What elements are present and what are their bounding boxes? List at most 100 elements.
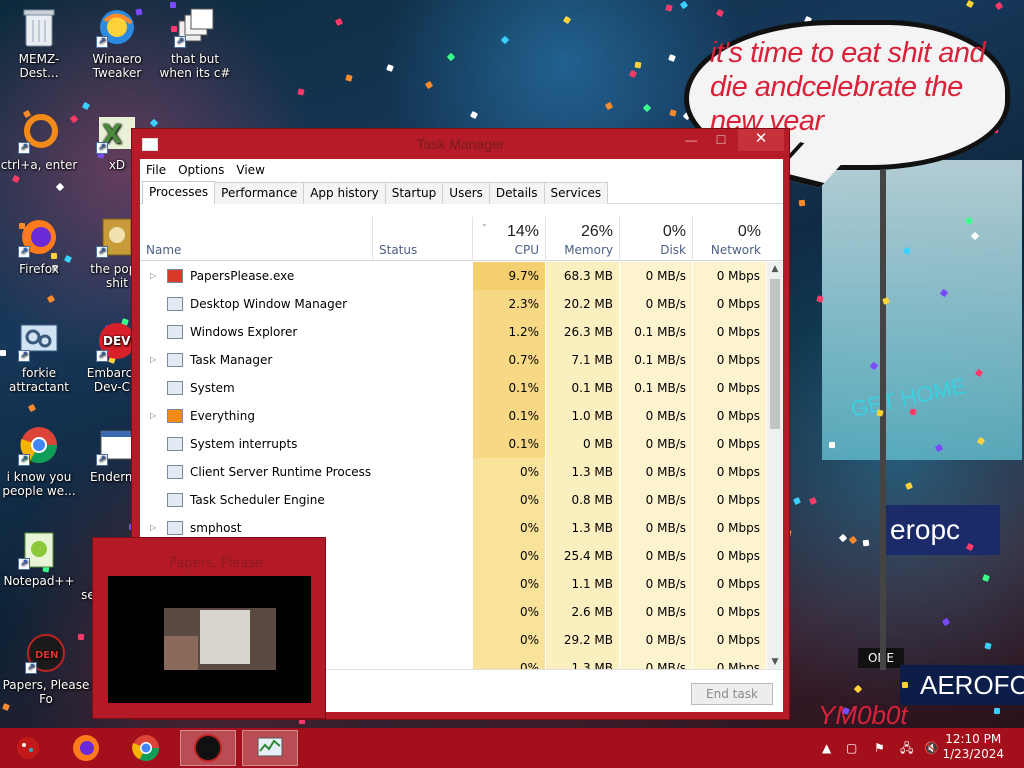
confetti bbox=[901, 681, 909, 689]
maximize-button[interactable]: ☐ bbox=[707, 129, 735, 151]
tab-performance[interactable]: Performance bbox=[214, 182, 305, 204]
vertical-scrollbar[interactable]: ▲ ▼ bbox=[767, 262, 783, 669]
desktop-icon-label: MEMZ-Dest... bbox=[18, 52, 60, 80]
shortcut-arrow-icon: ↗ bbox=[96, 454, 108, 466]
tab-users[interactable]: Users bbox=[442, 182, 490, 204]
column-cpu[interactable]: ⌄ 14% CPU bbox=[473, 217, 546, 261]
table-row[interactable]: ▷ Everything 0.1% 1.0 MB 0 MB/s 0 Mbps bbox=[140, 402, 767, 430]
desktop-icon-thatbut[interactable]: ↗ that but when its c# bbox=[156, 6, 234, 80]
taskbar-chrome[interactable] bbox=[118, 730, 174, 766]
papers-please-icon bbox=[107, 556, 123, 568]
process-cpu: 0% bbox=[473, 570, 546, 598]
scroll-up-icon[interactable]: ▲ bbox=[767, 262, 783, 276]
notepadpp-icon: ↗ bbox=[18, 528, 60, 570]
title-bar[interactable]: Task Manager — ☐ ✕ bbox=[132, 129, 789, 157]
desktop-icon-ctrl-a[interactable]: ↗ ctrl+a, enter bbox=[0, 112, 78, 172]
minimize-button[interactable]: — bbox=[677, 129, 705, 151]
process-memory: 1.3 MB bbox=[546, 654, 620, 669]
expand-chevron-icon[interactable]: ▷ bbox=[150, 346, 158, 374]
taskbar-papers-please[interactable] bbox=[180, 730, 236, 766]
process-network: 0 Mbps bbox=[693, 402, 767, 430]
column-network[interactable]: 0% Network bbox=[693, 217, 767, 261]
process-disk: 0 MB/s bbox=[620, 514, 693, 542]
tab-startup[interactable]: Startup bbox=[384, 182, 444, 204]
desktop-icon-memz[interactable]: MEMZ-Dest... bbox=[0, 6, 78, 80]
process-network: 0 Mbps bbox=[693, 374, 767, 402]
network-icon[interactable]: 🖧 bbox=[900, 728, 913, 768]
desktop-icon-label: that but when its c# bbox=[159, 52, 231, 80]
start-button[interactable] bbox=[0, 730, 56, 766]
process-disk: 0 MB/s bbox=[620, 486, 693, 514]
taskbar-task-manager[interactable] bbox=[242, 730, 298, 766]
column-name[interactable]: Name bbox=[140, 217, 373, 261]
menu-file[interactable]: File bbox=[146, 163, 166, 177]
process-icon bbox=[167, 493, 183, 507]
shortcut-arrow-icon: ↗ bbox=[18, 558, 30, 570]
close-button[interactable]: ✕ bbox=[738, 129, 784, 151]
desktop-icon-papers[interactable]: DEN ↗ Papers, Please Fo bbox=[0, 632, 92, 706]
expand-chevron-icon[interactable]: ▷ bbox=[150, 262, 158, 290]
table-row[interactable]: System 0.1% 0.1 MB 0.1 MB/s 0 Mbps bbox=[140, 374, 767, 402]
confetti bbox=[668, 54, 676, 62]
shortcut-arrow-icon: ↗ bbox=[96, 36, 108, 48]
process-disk: 0 MB/s bbox=[620, 654, 693, 669]
desktop-icon-notepadpp[interactable]: ↗ Notepad++ bbox=[0, 528, 78, 588]
scroll-down-icon[interactable]: ▼ bbox=[767, 655, 783, 669]
table-row[interactable]: Desktop Window Manager 2.3% 20.2 MB 0 MB/s 0… bbox=[140, 290, 767, 318]
tab-services[interactable]: Services bbox=[543, 182, 609, 204]
tab-app-history[interactable]: App history bbox=[303, 182, 386, 204]
expand-chevron-icon[interactable]: ▷ bbox=[150, 402, 158, 430]
table-row[interactable]: Task Scheduler Engine 0% 0.8 MB 0 MB/s 0 Mbp… bbox=[140, 486, 767, 514]
table-row[interactable]: Windows Explorer 1.2% 26.3 MB 0.1 MB/s 0 Mbp… bbox=[140, 318, 767, 346]
table-row[interactable]: System interrupts 0.1% 0 MB 0 MB/s 0 Mbps bbox=[140, 430, 767, 458]
desktop-icon-firefox[interactable]: ↗ Firefox bbox=[0, 216, 78, 276]
process-network: 0 Mbps bbox=[693, 318, 767, 346]
process-memory: 1.1 MB bbox=[546, 570, 620, 598]
network-label: Network bbox=[710, 243, 761, 257]
desktop-icon-chrome[interactable]: ↗ i know you people we... bbox=[0, 424, 78, 498]
process-cpu: 0.7% bbox=[473, 346, 546, 374]
taskbar-thumbnail-preview[interactable]: Papers, Please bbox=[92, 537, 326, 719]
confetti bbox=[386, 64, 394, 72]
table-row[interactable]: ▷ Task Manager 0.7% 7.1 MB 0.1 MB/s 0 Mbps bbox=[140, 346, 767, 374]
settings-monitor-icon: ↗ bbox=[18, 320, 60, 362]
confetti bbox=[335, 18, 343, 26]
table-row[interactable]: Client Server Runtime Process 0% 1.3 MB 0 M… bbox=[140, 458, 767, 486]
process-name: Windows Explorer bbox=[190, 325, 298, 339]
desktop-icon-label: i know you people we... bbox=[2, 470, 76, 498]
process-cpu: 0% bbox=[473, 598, 546, 626]
desktop-icon-label: Notepad++ bbox=[3, 574, 75, 588]
memory-total: 26% bbox=[580, 223, 613, 240]
confetti bbox=[862, 539, 870, 547]
menu-view[interactable]: View bbox=[236, 163, 264, 177]
process-icon bbox=[167, 381, 183, 395]
confetti bbox=[993, 707, 1001, 715]
show-hidden-icons[interactable]: ▲ bbox=[822, 728, 831, 768]
scroll-thumb[interactable] bbox=[770, 279, 780, 429]
menu-options[interactable]: Options bbox=[178, 163, 224, 177]
taskbar-firefox[interactable] bbox=[58, 730, 114, 766]
menu-bar: File Options View bbox=[140, 159, 783, 181]
clock[interactable]: 12:10 PM 1/23/2024 bbox=[942, 732, 1004, 762]
watermark-text: YM0b0t bbox=[818, 700, 908, 728]
tab-details[interactable]: Details bbox=[488, 182, 545, 204]
column-disk[interactable]: 0% Disk bbox=[620, 217, 693, 261]
process-network: 0 Mbps bbox=[693, 458, 767, 486]
column-status[interactable]: Status bbox=[373, 217, 473, 261]
desktop-icon-winaero[interactable]: ↗ Winaero Tweaker bbox=[78, 6, 156, 80]
desktop-icon-forkie[interactable]: ↗ forkie attractant bbox=[0, 320, 78, 394]
column-header: Name Status ⌄ 14% CPU 26% Memory 0% Disk… bbox=[140, 217, 783, 261]
end-task-button[interactable]: End task bbox=[691, 683, 773, 705]
column-memory[interactable]: 26% Memory bbox=[546, 217, 620, 261]
action-center-icon[interactable]: ▢ bbox=[846, 728, 857, 768]
process-memory: 1.3 MB bbox=[546, 458, 620, 486]
process-cpu: 0% bbox=[473, 458, 546, 486]
table-row[interactable]: ▷ PapersPlease.exe 9.7% 68.3 MB 0 MB/s 0 Mbps bbox=[140, 262, 767, 290]
volume-muted-icon[interactable]: 🔇 bbox=[924, 728, 939, 768]
memory-label: Memory bbox=[564, 243, 613, 257]
game-preview bbox=[164, 608, 276, 670]
confetti bbox=[941, 617, 951, 627]
tab-processes[interactable]: Processes bbox=[142, 181, 216, 204]
flag-icon[interactable]: ⚑ bbox=[874, 728, 885, 768]
process-network: 0 Mbps bbox=[693, 598, 767, 626]
